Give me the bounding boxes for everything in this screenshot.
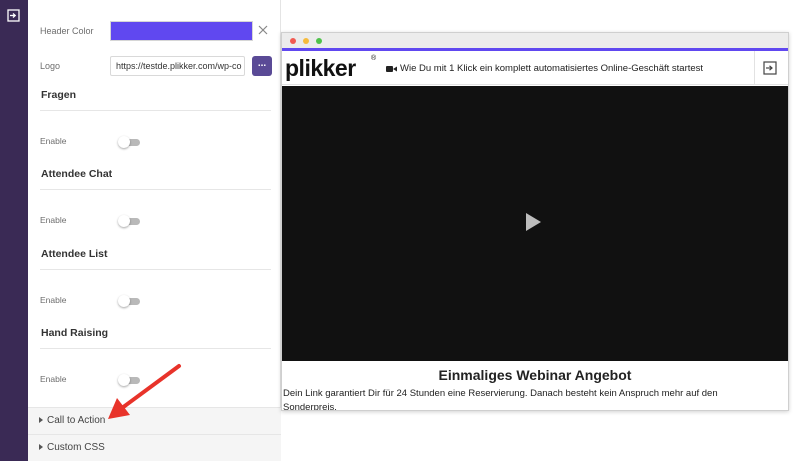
window-chrome [282, 33, 788, 48]
webinar-preview-window: plikker ® Wie Du mit 1 Klick ein komplet… [281, 32, 789, 411]
video-camera-icon [386, 66, 397, 72]
enable-label: Enable [40, 295, 67, 305]
video-player[interactable] [282, 86, 788, 361]
logo-browse-button[interactable]: ... [252, 56, 272, 76]
logo-label: Logo [40, 61, 61, 71]
divider [40, 348, 271, 349]
offer-title: Einmaliges Webinar Angebot [438, 367, 632, 383]
brand-registered-mark: ® [371, 55, 377, 62]
divider [40, 189, 271, 190]
section-title-attendee-chat: Attendee Chat [41, 168, 113, 180]
enable-label: Enable [40, 374, 67, 384]
accordion-label: Call to Action [47, 415, 106, 426]
caret-right-icon [39, 417, 43, 423]
section-title-attendee-list: Attendee List [41, 248, 108, 260]
fragen-enable-toggle[interactable] [118, 136, 140, 148]
attendee-list-enable-toggle[interactable] [118, 295, 140, 307]
minimize-dot[interactable] [303, 38, 309, 44]
brand-logo: plikker [285, 55, 356, 81]
play-icon[interactable] [526, 213, 541, 231]
maximize-dot[interactable] [316, 38, 322, 44]
attendee-chat-enable-toggle[interactable] [118, 215, 140, 227]
enable-label: Enable [40, 215, 67, 225]
close-icon[interactable] [257, 24, 269, 36]
exit-icon[interactable] [763, 61, 777, 75]
caret-right-icon [39, 444, 43, 450]
annotation-arrow [108, 364, 181, 419]
exit-icon[interactable] [6, 8, 21, 23]
section-title-fragen: Fragen [41, 89, 77, 101]
left-rail [0, 0, 28, 461]
accordion-custom-css[interactable]: Custom CSS [28, 434, 281, 461]
divider [40, 269, 271, 270]
header-color-label: Header Color [40, 26, 94, 36]
divider [40, 110, 271, 111]
accordion-label: Custom CSS [47, 442, 105, 453]
webinar-header: plikker ® Wie Du mit 1 Klick ein komplet… [282, 51, 788, 85]
offer-text: Dein Link garantiert Dir für 24 Stunden … [283, 388, 718, 411]
header-color-swatch[interactable] [110, 21, 253, 41]
logo-url-input[interactable]: https://testde.plikker.com/wp-co [110, 56, 245, 76]
section-title-hand-raising: Hand Raising [41, 327, 109, 339]
enable-label: Enable [40, 136, 67, 146]
close-dot[interactable] [290, 38, 296, 44]
header-separator [754, 51, 755, 84]
webinar-title: Wie Du mit 1 Klick ein komplett automati… [400, 63, 704, 74]
